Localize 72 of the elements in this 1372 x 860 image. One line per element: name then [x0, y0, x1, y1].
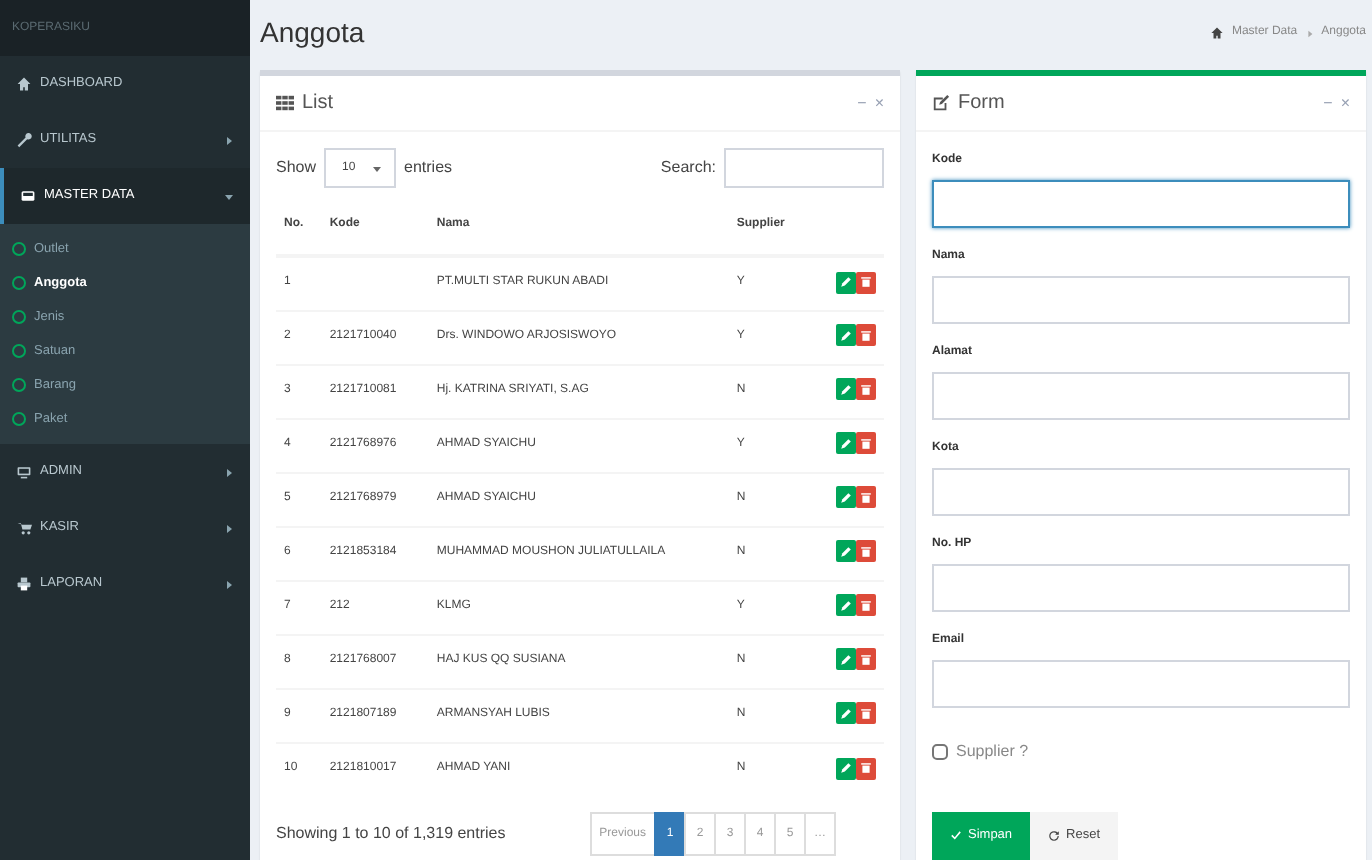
trash-icon	[860, 653, 872, 666]
trash-icon	[860, 599, 872, 612]
delete-button[interactable]	[856, 594, 876, 617]
edit-button[interactable]	[836, 324, 856, 347]
caret-down-icon	[371, 163, 382, 173]
delete-button[interactable]	[856, 540, 876, 563]
delete-button[interactable]	[856, 378, 876, 401]
input-field[interactable]	[932, 180, 1350, 228]
search-field[interactable]	[724, 148, 884, 188]
home-icon	[1209, 26, 1224, 40]
home-icon	[16, 76, 32, 92]
trash-icon	[860, 762, 872, 774]
pencil-icon	[840, 653, 852, 666]
trash-icon	[860, 545, 872, 558]
monitor-icon	[16, 464, 32, 480]
printer-icon	[16, 576, 32, 592]
circle-icon	[12, 310, 26, 324]
delete-button[interactable]	[856, 757, 876, 779]
pencil-icon	[840, 437, 852, 450]
checkbox[interactable]	[932, 744, 948, 760]
edit-button[interactable]	[836, 271, 856, 293]
edit-button[interactable]	[836, 540, 856, 563]
edit-button[interactable]	[836, 378, 856, 401]
circle-icon	[12, 242, 26, 256]
pencil-icon	[840, 707, 852, 720]
collapse-button[interactable]: −	[1323, 91, 1333, 115]
grid-icon	[276, 94, 294, 112]
pencil-icon	[840, 329, 852, 342]
close-button[interactable]: ×	[1340, 91, 1350, 115]
panel-title: List	[302, 90, 334, 118]
search-label: Search:	[660, 156, 716, 180]
cart-icon	[16, 520, 32, 536]
edit-button[interactable]	[836, 702, 856, 725]
trash-icon	[860, 491, 872, 504]
edit-button[interactable]	[836, 648, 856, 671]
delete-button[interactable]	[856, 432, 876, 455]
panel-title: Form	[958, 90, 1005, 118]
page-title: Anggota	[260, 14, 365, 52]
table-info: Showing 1 to 10 of 1,319 entries	[276, 822, 506, 846]
edit-button[interactable]	[836, 594, 856, 617]
pencil-icon	[840, 762, 852, 774]
trash-icon	[860, 383, 872, 396]
entries-label: entries	[404, 156, 455, 180]
trash-icon	[860, 707, 872, 720]
checkbox-label: Supplier ?	[956, 740, 1029, 764]
show-label: Show	[276, 156, 317, 180]
delete-button[interactable]	[856, 486, 876, 509]
pencil-icon	[840, 276, 852, 288]
circle-icon	[12, 412, 26, 426]
check-icon	[950, 830, 962, 842]
pencil-icon	[840, 383, 852, 396]
trash-icon	[860, 276, 872, 288]
edit-button[interactable]	[836, 432, 856, 455]
pencil-icon	[840, 545, 852, 558]
pencil-icon	[840, 491, 852, 504]
delete-button[interactable]	[856, 648, 876, 671]
circle-icon	[12, 378, 26, 392]
edit-button[interactable]	[836, 486, 856, 509]
trash-icon	[860, 437, 872, 450]
refresh-icon	[1048, 830, 1061, 842]
edit-icon	[932, 94, 950, 112]
close-button[interactable]: ×	[874, 91, 884, 115]
trash-icon	[860, 329, 872, 342]
circle-icon	[12, 344, 26, 358]
delete-button[interactable]	[856, 324, 876, 347]
circle-icon	[12, 276, 26, 290]
delete-button[interactable]	[856, 702, 876, 725]
edit-button[interactable]	[836, 757, 856, 779]
collapse-button[interactable]: −	[857, 91, 867, 115]
delete-button[interactable]	[856, 271, 876, 293]
pencil-icon	[840, 599, 852, 612]
wrench-icon	[16, 132, 32, 148]
